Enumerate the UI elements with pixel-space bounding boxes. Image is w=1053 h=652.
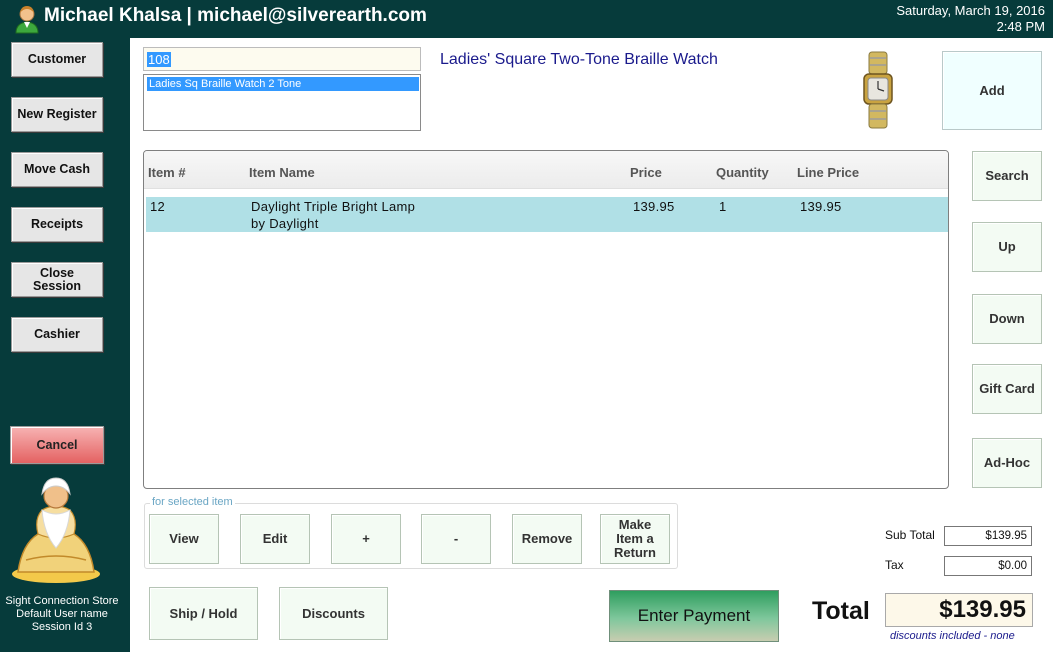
user-avatar-icon [15,6,39,34]
add-button[interactable]: Add [942,51,1042,130]
edit-button[interactable]: Edit [240,514,310,564]
customer-button[interactable]: Customer [11,42,103,77]
selected-item-group [144,503,678,569]
total-label: Total [812,597,870,625]
wristwatch-image [863,51,893,129]
search-button[interactable]: Search [972,151,1042,201]
suggestion-item[interactable]: Ladies Sq Braille Watch 2 Tone [147,77,419,91]
meditating-sage-logo [12,477,100,583]
subtotal-value: $139.95 [944,526,1032,546]
time-text: 2:48 PM [996,19,1045,34]
tax-label: Tax [885,558,904,572]
table-header: Item # Item Name Price Quantity Line Pri… [144,151,948,189]
cancel-button[interactable]: Cancel [10,426,104,464]
column-header-item-name[interactable]: Item Name [249,165,315,180]
new-register-button[interactable]: New Register [11,97,103,132]
total-value: $139.95 [885,593,1033,627]
gift-card-button[interactable]: Gift Card [972,364,1042,414]
move-cash-button[interactable]: Move Cash [11,152,103,187]
suggestion-list[interactable]: Ladies Sq Braille Watch 2 Tone [143,74,421,131]
ad-hoc-button[interactable]: Ad-Hoc [972,438,1042,488]
column-header-line-price[interactable]: Line Price [797,165,859,180]
make-return-button[interactable]: Make Item a Return [600,514,670,564]
subtotal-label: Sub Total [885,528,935,542]
receipts-button[interactable]: Receipts [11,207,103,242]
remove-button[interactable]: Remove [512,514,582,564]
enter-payment-button[interactable]: Enter Payment [609,590,779,642]
view-button[interactable]: View [149,514,219,564]
tax-value: $0.00 [944,556,1032,576]
up-button[interactable]: Up [972,222,1042,272]
cashier-button[interactable]: Cashier [11,317,103,352]
discounts-button[interactable]: Discounts [279,587,388,640]
product-title: Ladies' Square Two-Tone Braille Watch [440,51,718,68]
column-header-item-no[interactable]: Item # [148,165,186,180]
cell-item-name-line2: by Daylight [251,216,319,231]
cell-price: 139.95 [633,199,675,214]
table-row[interactable]: 12 Daylight Triple Bright Lamp by Daylig… [146,197,948,232]
session-id: Session Id 3 [31,621,93,633]
user-title: Michael Khalsa | michael@silverearth.com [44,5,427,26]
decrease-quantity-button[interactable]: - [421,514,491,564]
title-bar: Michael Khalsa | michael@silverearth.com… [0,0,1053,38]
close-session-button[interactable]: Close Session [11,262,103,297]
ship-hold-button[interactable]: Ship / Hold [149,587,258,640]
selected-item-group-label: for selected item [150,496,235,508]
column-header-price[interactable]: Price [630,165,662,180]
items-table[interactable]: Item # Item Name Price Quantity Line Pri… [143,150,949,489]
cell-line-price: 139.95 [800,199,842,214]
user-name: Default User name [16,608,108,620]
cell-quantity: 1 [719,199,727,214]
discount-note: discounts included - none [890,630,1015,642]
column-header-quantity[interactable]: Quantity [716,165,769,180]
increase-quantity-button[interactable]: + [331,514,401,564]
store-name: Sight Connection Store [5,595,119,607]
down-button[interactable]: Down [972,294,1042,344]
date-text: Saturday, March 19, 2016 [896,3,1045,18]
item-search-input[interactable] [143,47,421,71]
cell-item-no: 12 [150,199,166,214]
cell-item-name-line1: Daylight Triple Bright Lamp [251,199,416,214]
